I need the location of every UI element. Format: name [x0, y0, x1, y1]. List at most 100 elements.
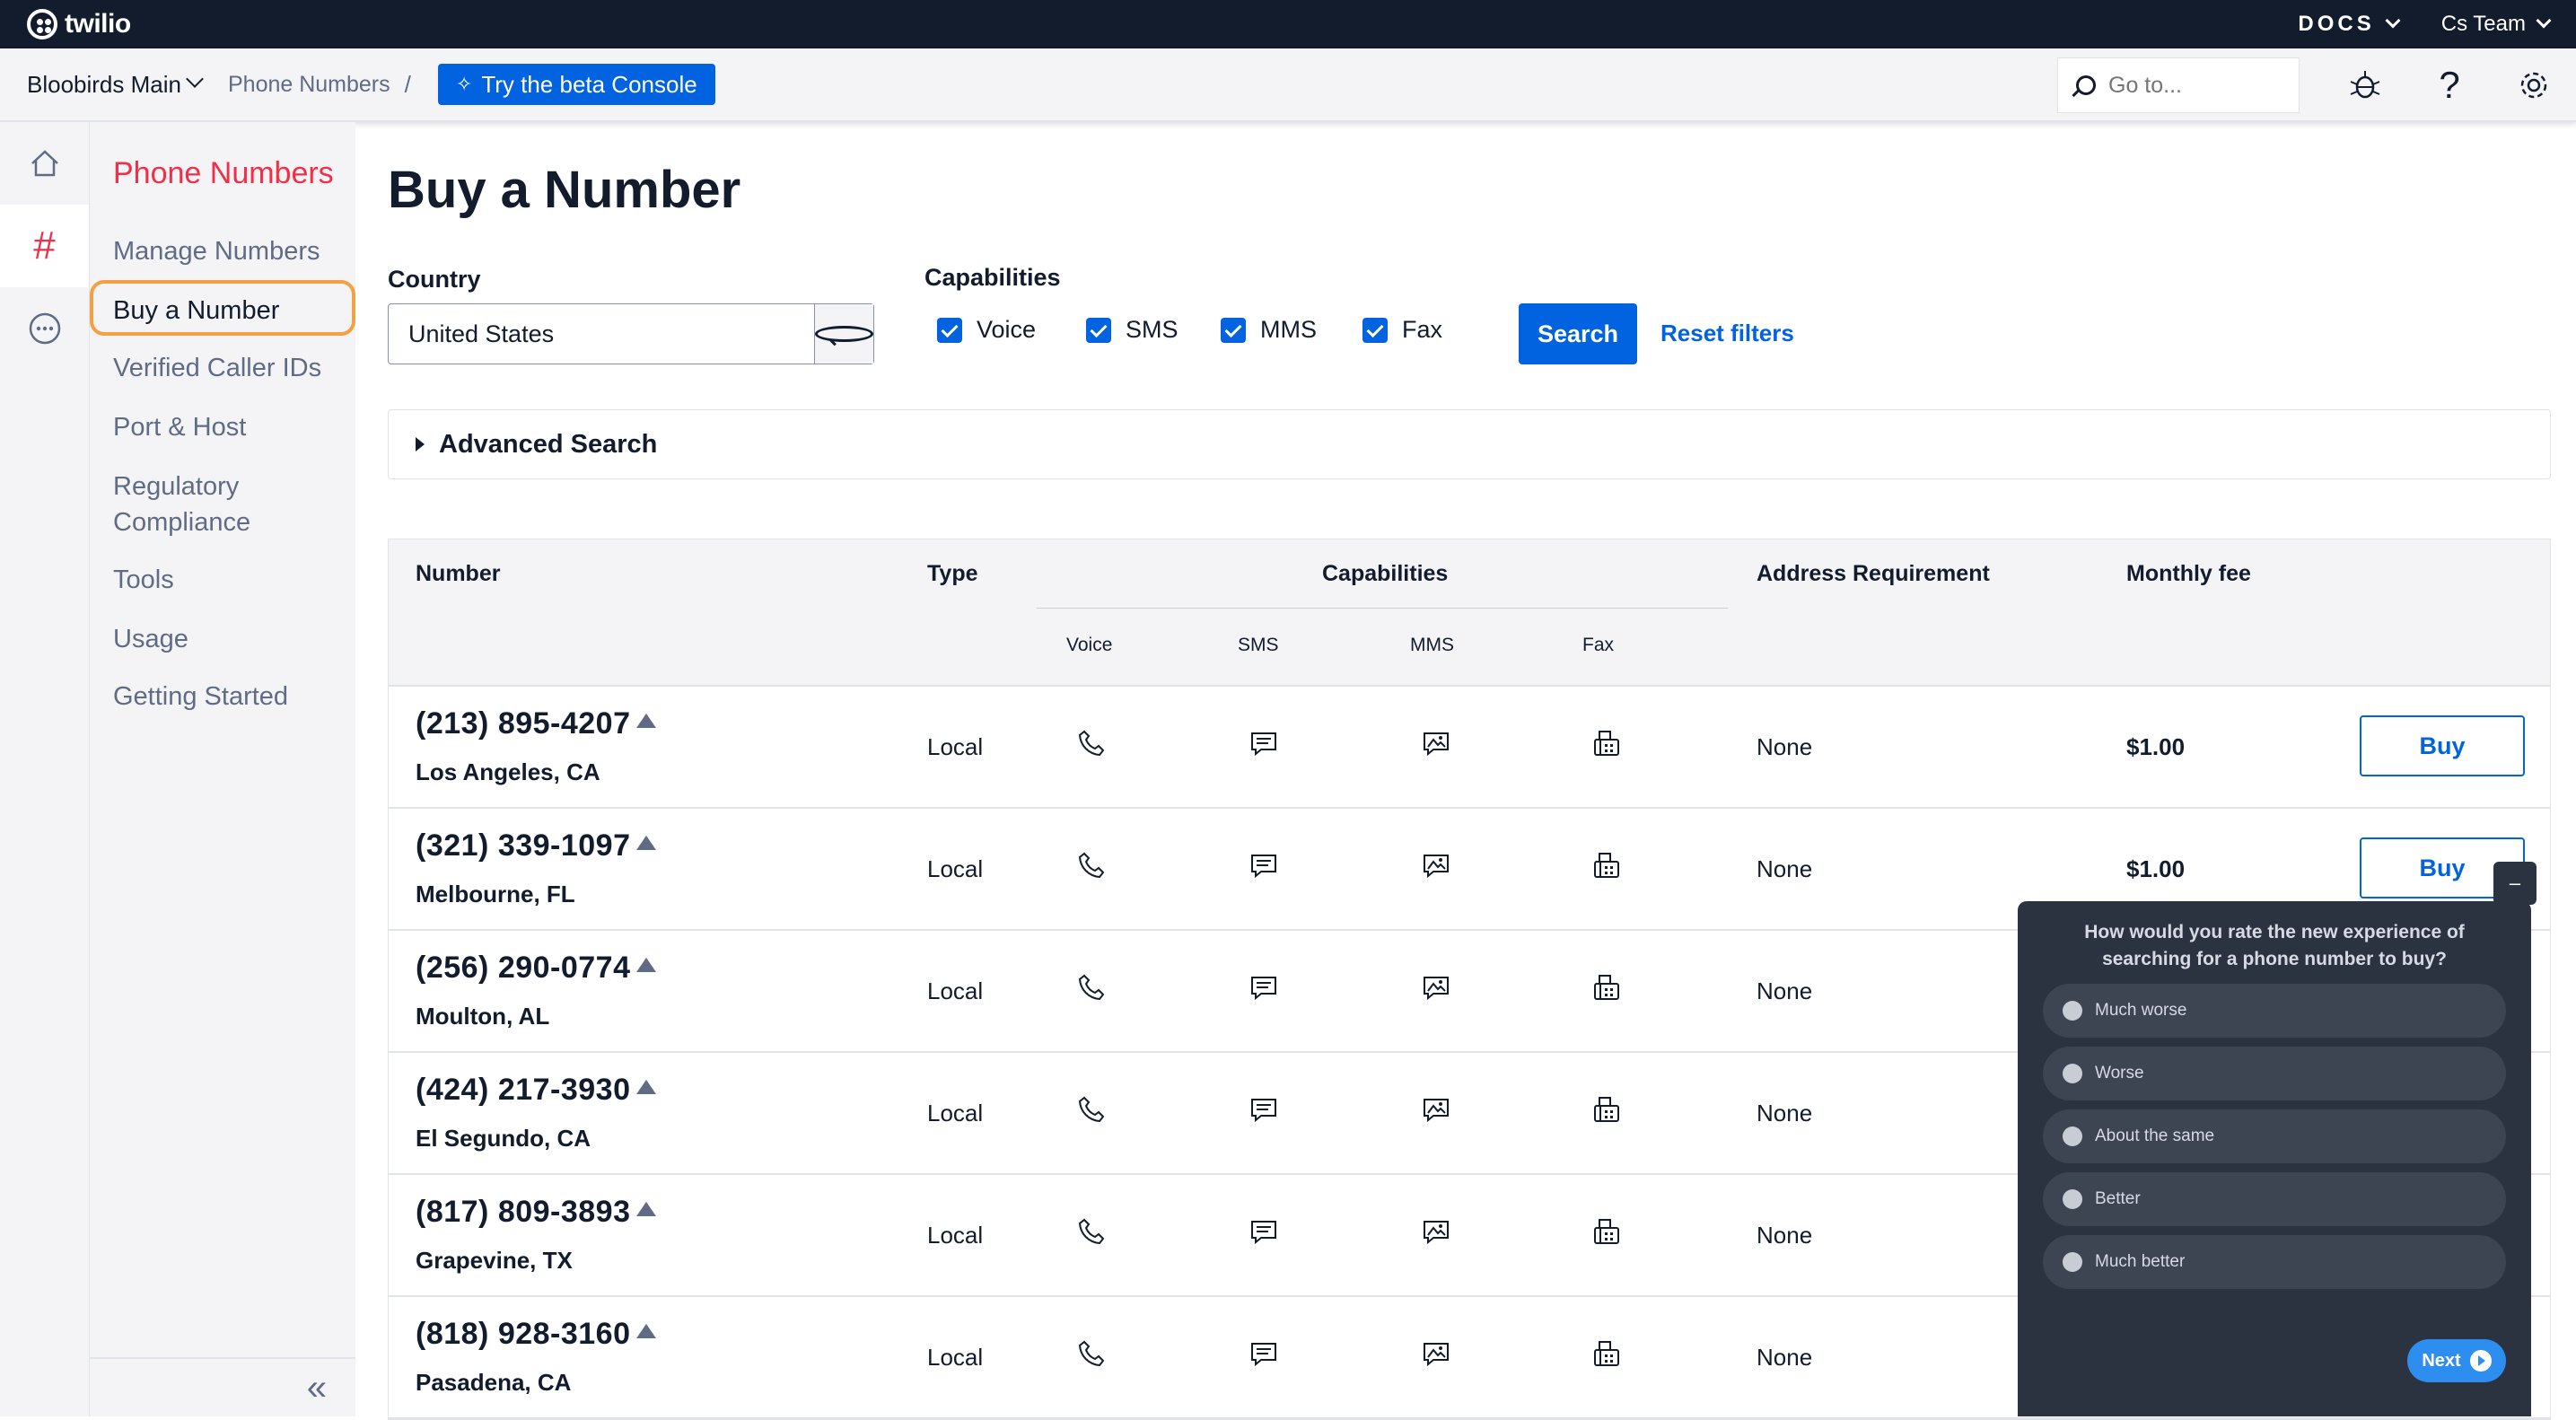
voice-checkbox[interactable]: Voice	[937, 316, 1036, 344]
chevron-down-icon	[2385, 13, 2401, 29]
nav-getting-started[interactable]: Getting Started	[113, 679, 288, 714]
phone-number[interactable]: (256) 290-0774	[416, 951, 656, 986]
radio-icon	[2063, 1252, 2082, 1272]
fax-machine-icon	[1591, 1094, 1622, 1125]
mms-image-message-icon	[1421, 1338, 1451, 1369]
sms-message-icon	[1249, 728, 1279, 758]
caret-right-icon	[416, 437, 425, 451]
number-location: Pasadena, CA	[416, 1369, 572, 1396]
nav-tools[interactable]: Tools	[113, 562, 174, 598]
goto-search[interactable]	[2057, 57, 2300, 113]
phone-number-text: (818) 928-3160	[416, 1317, 631, 1351]
radio-icon	[2063, 1126, 2082, 1146]
goto-input[interactable]	[2108, 72, 2288, 99]
fax-machine-icon	[1591, 728, 1622, 758]
account-name: Bloobirds Main	[27, 70, 181, 98]
mms-checkbox[interactable]: MMS	[1221, 316, 1317, 344]
nav-regulatory-line1[interactable]: Regulatory	[113, 469, 239, 504]
console-header: Bloobirds Main Phone Numbers / ✧ Try the…	[0, 48, 2576, 122]
phone-numbers-hash-icon[interactable]: #	[0, 205, 89, 287]
collapse-chevrons-icon[interactable]: «	[307, 1368, 327, 1408]
mms-image-message-icon	[1421, 972, 1451, 1003]
checkbox-checked-icon	[937, 317, 962, 343]
docs-label: DOCS	[2298, 12, 2375, 36]
phone-number-text: (213) 895-4207	[416, 706, 631, 741]
next-label: Next	[2422, 1350, 2461, 1371]
table-header: Number Type Capabilities Voice SMS MMS F…	[389, 539, 2550, 687]
option-label: Worse	[2095, 1064, 2144, 1083]
voice-phone-icon	[1076, 1094, 1107, 1125]
monthly-fee: $1.00	[2126, 733, 2186, 760]
twilio-logo[interactable]: twilio	[27, 9, 131, 39]
try-beta-console-button[interactable]: ✧ Try the beta Console	[437, 64, 715, 105]
nav-regulatory-line2[interactable]: Compliance	[113, 504, 250, 540]
side-nav-title[interactable]: Phone Numbers	[113, 156, 334, 191]
number-location: Moulton, AL	[416, 1003, 550, 1030]
address-requirement: None	[1757, 977, 1813, 1004]
country-value: United States	[408, 320, 555, 347]
nav-usage[interactable]: Usage	[113, 621, 188, 657]
capabilities-divider	[1037, 608, 1728, 609]
fax-checkbox[interactable]: Fax	[1362, 316, 1442, 344]
subheader-voice: Voice	[1066, 635, 1113, 655]
sms-message-icon	[1249, 850, 1279, 881]
help-icon[interactable]: ?	[2407, 48, 2492, 122]
search-button[interactable]: Search	[1519, 303, 1637, 364]
sms-message-icon	[1249, 972, 1279, 1003]
voice-phone-icon	[1076, 972, 1107, 1003]
address-requirement: None	[1757, 1344, 1813, 1371]
voice-phone-icon	[1076, 728, 1107, 758]
phone-number[interactable]: (818) 928-3160	[416, 1317, 656, 1352]
home-icon[interactable]	[0, 122, 89, 205]
header-number: Number	[416, 561, 501, 586]
fax-machine-icon	[1591, 1338, 1622, 1369]
minimize-survey-button[interactable]: –	[2493, 862, 2537, 905]
advanced-search-toggle[interactable]: Advanced Search	[388, 409, 2551, 479]
survey-option-worse[interactable]: Worse	[2043, 1047, 2506, 1100]
triangle-up-icon	[635, 1324, 656, 1338]
phone-number[interactable]: (424) 217-3930	[416, 1073, 656, 1108]
option-label: Better	[2095, 1189, 2141, 1208]
docs-menu[interactable]: DOCS	[2298, 12, 2401, 37]
team-menu[interactable]: Cs Team	[2440, 12, 2552, 37]
survey-option-better[interactable]: Better	[2043, 1172, 2506, 1226]
breadcrumb-phone-numbers[interactable]: Phone Numbers	[228, 72, 390, 98]
phone-number[interactable]: (321) 339-1097	[416, 828, 656, 863]
search-icon	[2076, 75, 2096, 95]
sms-checkbox[interactable]: SMS	[1086, 316, 1178, 344]
survey-next-button[interactable]: Next	[2407, 1339, 2506, 1382]
bug-icon[interactable]	[2323, 48, 2407, 122]
radio-icon	[2063, 1064, 2082, 1083]
buy-button[interactable]: Buy	[2360, 715, 2525, 776]
gear-icon[interactable]	[2492, 48, 2576, 122]
search-icon	[815, 326, 873, 342]
reset-filters-link[interactable]: Reset filters	[1660, 320, 1794, 347]
number-location: Grapevine, TX	[416, 1247, 573, 1274]
survey-option-much-better[interactable]: Much better	[2043, 1235, 2506, 1289]
phone-number[interactable]: (213) 895-4207	[416, 706, 656, 741]
number-type: Local	[927, 977, 984, 1004]
mms-image-message-icon	[1421, 1094, 1451, 1125]
country-select[interactable]: United States	[388, 303, 874, 364]
voice-phone-icon	[1076, 1216, 1107, 1247]
account-switcher[interactable]: Bloobirds Main	[27, 70, 204, 99]
sms-message-icon	[1249, 1338, 1279, 1369]
survey-option-about-the-same[interactable]: About the same	[2043, 1109, 2506, 1163]
phone-number[interactable]: (817) 809-3893	[416, 1195, 656, 1230]
play-icon	[2469, 1350, 2492, 1372]
triangle-up-icon	[635, 714, 656, 728]
number-type: Local	[927, 1100, 984, 1126]
nav-port-and-host[interactable]: Port & Host	[113, 409, 246, 445]
survey-option-much-worse[interactable]: Much worse	[2043, 984, 2506, 1038]
country-search-button[interactable]	[814, 304, 873, 364]
team-label: Cs Team	[2440, 12, 2526, 36]
header-type: Type	[927, 561, 978, 586]
chevron-down-icon	[186, 70, 204, 88]
nav-manage-numbers[interactable]: Manage Numbers	[113, 233, 320, 269]
number-type: Local	[927, 1344, 984, 1371]
left-rail: #	[0, 122, 90, 1416]
twilio-logo-icon	[27, 9, 57, 39]
page-title: Buy a Number	[388, 161, 741, 219]
more-options-icon[interactable]	[0, 287, 89, 370]
nav-verified-caller-ids[interactable]: Verified Caller IDs	[113, 350, 321, 386]
